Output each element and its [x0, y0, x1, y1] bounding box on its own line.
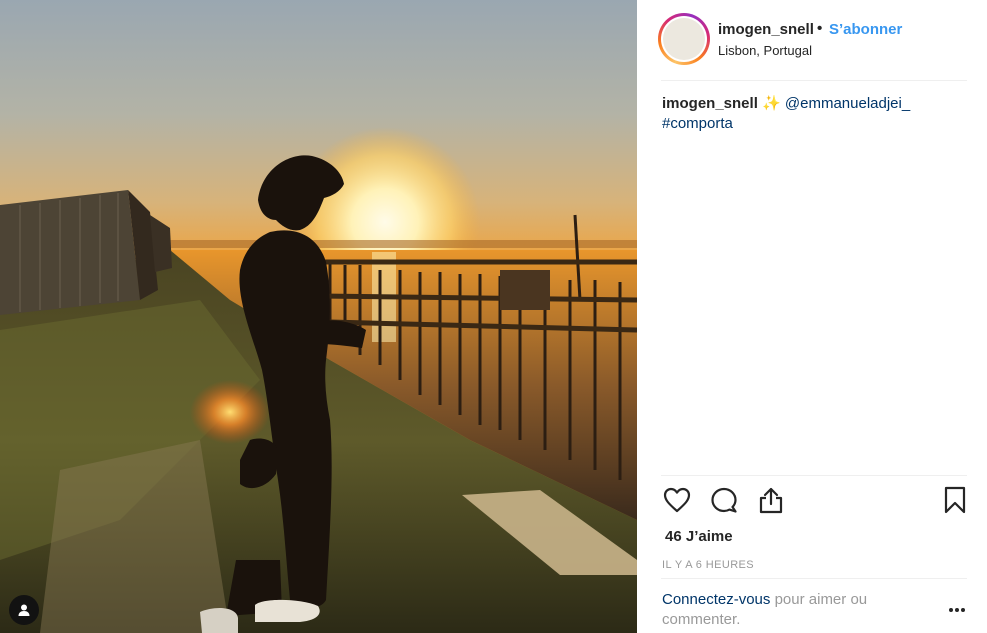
user-tags-button[interactable] — [9, 595, 39, 625]
post-details-panel: imogen_snell • S’abonner Lisbon, Portuga… — [637, 0, 987, 633]
mention-link[interactable]: @emmanueladjei_ — [785, 95, 910, 112]
follow-button[interactable]: S’abonner — [829, 21, 902, 38]
location-link[interactable]: Lisbon, Portugal — [718, 43, 812, 58]
login-link[interactable]: Connectez-vous — [662, 591, 770, 608]
username-link[interactable]: imogen_snell — [718, 21, 814, 38]
bookmark-icon — [944, 486, 966, 514]
more-options-button[interactable] — [945, 600, 969, 620]
share-button[interactable] — [756, 485, 786, 515]
caption-username[interactable]: imogen_snell — [662, 95, 758, 112]
comment-bubble-icon — [711, 487, 737, 513]
sparkles-emoji: ✨ — [762, 95, 781, 112]
post-photo[interactable] — [0, 0, 637, 633]
sunset-photo — [0, 0, 637, 633]
more-options-icon — [949, 608, 965, 612]
login-prompt: Connectez-vous pour aimer ou commenter. — [662, 590, 932, 630]
header-divider — [661, 80, 967, 81]
avatar[interactable] — [658, 13, 710, 65]
header-separator: • — [817, 20, 823, 37]
share-upload-icon — [759, 487, 783, 514]
likes-count[interactable]: 46 J’aime — [665, 528, 733, 545]
footer-divider — [661, 578, 967, 579]
actions-divider — [661, 475, 967, 476]
save-button[interactable] — [940, 485, 970, 515]
like-button[interactable] — [662, 485, 692, 515]
heart-outline-icon — [663, 487, 691, 513]
user-tag-icon — [18, 604, 30, 616]
action-bar — [637, 485, 987, 519]
comment-button[interactable] — [709, 485, 739, 515]
post-header: imogen_snell • S’abonner Lisbon, Portuga… — [637, 0, 987, 80]
hashtag-link[interactable]: #comporta — [662, 115, 733, 132]
post-timestamp: IL Y A 6 HEURES — [662, 559, 755, 571]
post-caption: imogen_snell ✨ @emmanueladjei_ #comporta — [662, 94, 962, 134]
